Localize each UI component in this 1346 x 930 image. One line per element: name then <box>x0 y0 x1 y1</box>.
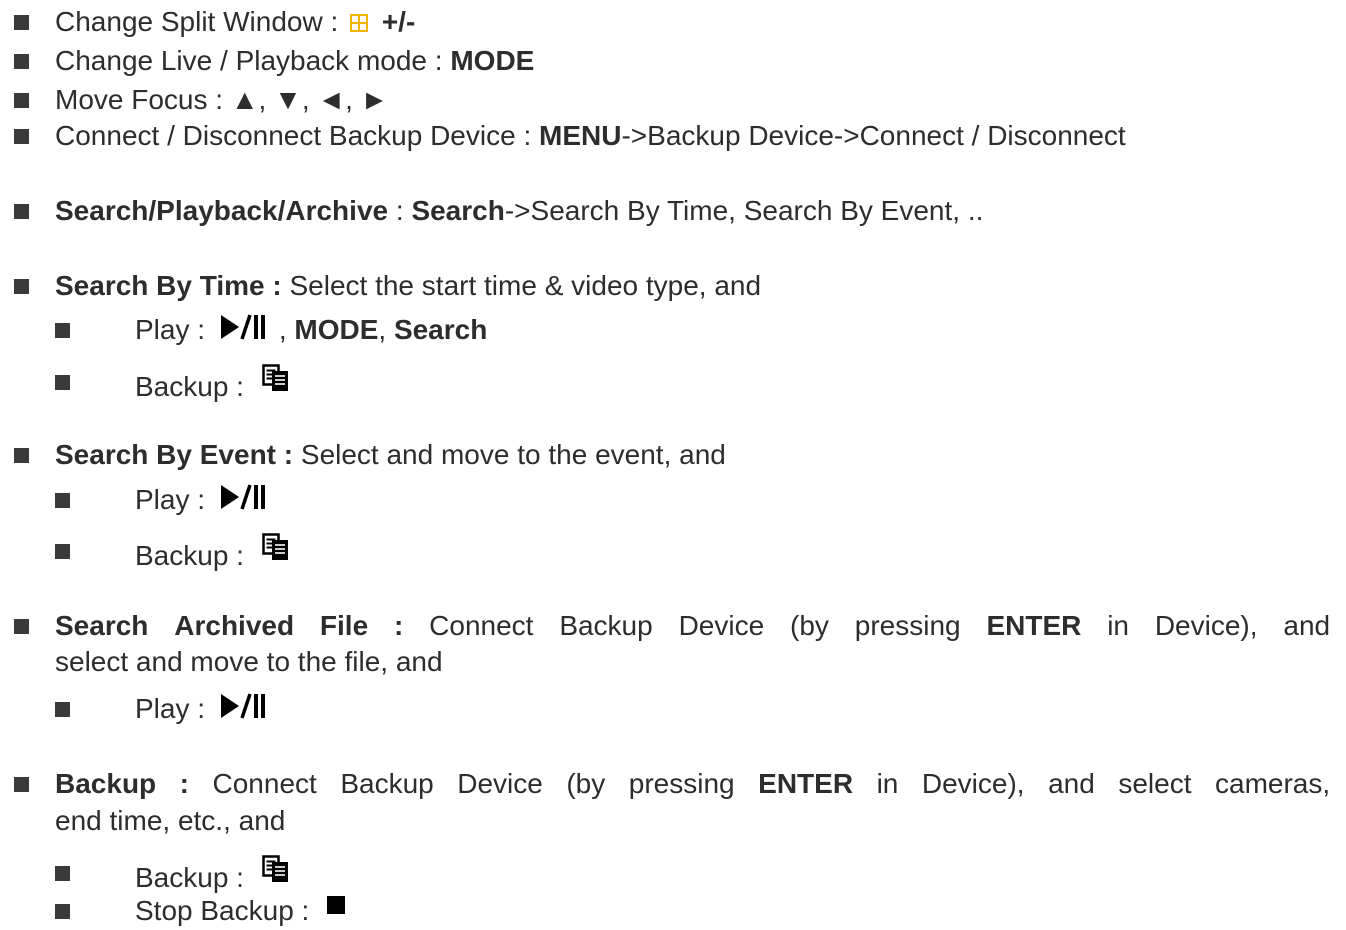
key-label: +/- <box>381 6 416 37</box>
word: Device <box>678 610 765 641</box>
item-label: Play : <box>135 484 213 515</box>
item-label: Change Split Window : <box>55 6 347 37</box>
word: Archived <box>174 610 295 641</box>
item-text: Search Archived File : Connect Backup De… <box>55 608 1330 644</box>
bullet-icon <box>55 866 70 881</box>
key-label: MODE <box>294 314 379 345</box>
item-label: Connect / Disconnect Backup Device : <box>55 120 540 151</box>
word: Device), <box>921 768 1025 799</box>
bullet-icon <box>55 702 70 717</box>
bullet-icon <box>14 279 29 294</box>
play-pause-icon <box>220 484 265 510</box>
item-label: Backup : <box>135 540 252 571</box>
item-continuation: end time, etc., and <box>55 805 286 836</box>
bullet-icon <box>55 375 70 390</box>
word: ENTER <box>758 768 854 799</box>
item-rest: Select and move to the event, and <box>293 439 726 470</box>
item-heading: Search By Time : <box>55 270 282 301</box>
word: Device), <box>1154 610 1258 641</box>
word: pressing <box>854 610 961 641</box>
key-label: MENU <box>539 120 622 151</box>
bullet-icon <box>14 777 29 792</box>
backup-icon <box>261 855 288 882</box>
key-label: Search <box>411 195 505 226</box>
item-label: Stop Backup : <box>135 895 318 926</box>
separator: : <box>388 195 412 226</box>
bullet-icon <box>14 15 29 30</box>
word: in <box>876 768 899 799</box>
word: (by <box>790 610 829 641</box>
word: and <box>1048 768 1095 799</box>
play-pause-icon <box>220 314 265 340</box>
item-rest: ->Search By Time, Search By Event, .. <box>504 195 984 226</box>
item-label: Backup : <box>135 862 252 893</box>
word: Connect <box>429 610 534 641</box>
word: Device <box>457 768 543 799</box>
item-label: Backup : <box>135 371 252 402</box>
bullet-icon <box>55 544 70 559</box>
separator: , <box>278 314 295 345</box>
bullet-icon <box>14 448 29 463</box>
word: select <box>1118 768 1192 799</box>
word: Backup <box>340 768 434 799</box>
separator: , <box>378 314 394 345</box>
bullet-icon <box>14 204 29 219</box>
bullet-icon <box>14 619 29 634</box>
item-heading: Search By Event : <box>55 439 294 470</box>
backup-icon <box>261 364 288 391</box>
word: ENTER <box>986 610 1082 641</box>
word: (by <box>566 768 606 799</box>
item-rest: ->Backup Device->Connect / Disconnect <box>621 120 1126 151</box>
item-label: Play : <box>135 314 213 345</box>
word: and <box>1283 610 1331 641</box>
key-label: MODE <box>450 45 535 76</box>
play-pause-icon <box>220 693 265 719</box>
word: pressing <box>628 768 735 799</box>
item-rest: Select the start time & video type, and <box>281 270 762 301</box>
item-label: Change Live / Playback mode : <box>55 45 451 76</box>
stop-icon <box>327 896 346 914</box>
bullet-icon <box>14 93 29 108</box>
word: File <box>319 610 369 641</box>
item-label: Move Focus : ▲, ▼, ◄, ► <box>55 84 389 115</box>
word: : <box>394 610 404 641</box>
item-heading: Search/Playback/Archive <box>55 195 389 226</box>
bullet-icon <box>14 129 29 144</box>
word: Connect <box>212 768 317 799</box>
backup-icon <box>261 533 288 560</box>
word: Search <box>55 610 149 641</box>
item-text: Backup : Connect Backup Device (by press… <box>55 766 1330 802</box>
word: : <box>179 768 189 799</box>
item-continuation: select and move to the file, and <box>55 646 443 677</box>
word: Backup <box>55 768 157 799</box>
bullet-icon <box>55 904 70 919</box>
word: in <box>1107 610 1129 641</box>
word: cameras, <box>1215 768 1331 799</box>
key-label: Search <box>393 314 488 345</box>
item-label: Play : <box>135 693 213 724</box>
word: Backup <box>559 610 653 641</box>
split-window-icon <box>350 14 369 32</box>
bullet-icon <box>55 493 70 508</box>
bullet-icon <box>14 54 29 69</box>
bullet-icon <box>55 323 70 338</box>
